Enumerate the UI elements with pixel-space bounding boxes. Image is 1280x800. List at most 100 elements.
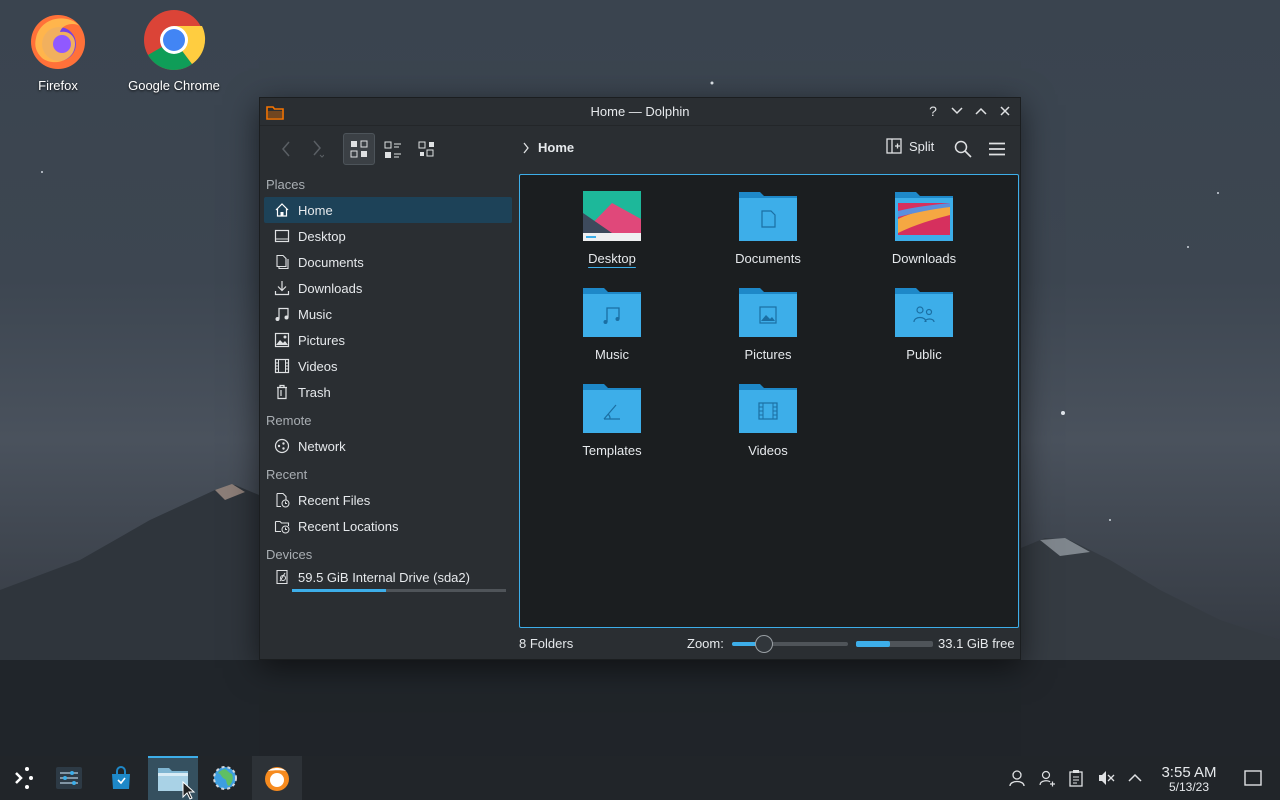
- icons-view-button[interactable]: [343, 133, 375, 165]
- place-recent-locations[interactable]: Recent Locations: [264, 513, 512, 539]
- split-label: Split: [909, 138, 935, 154]
- place-label: Pictures: [298, 332, 345, 348]
- file-item-label: Videos: [748, 443, 788, 458]
- split-button[interactable]: Split: [886, 138, 934, 154]
- file-item-label: Templates: [582, 443, 642, 458]
- file-view[interactable]: Desktop Documents Downloads Music Pictur…: [519, 174, 1019, 628]
- file-item-public[interactable]: Public: [854, 285, 994, 362]
- clock[interactable]: 3:55 AM 5/13/23: [1155, 764, 1223, 794]
- drive-usage-fill: [292, 589, 387, 592]
- file-item-pictures[interactable]: Pictures: [698, 285, 838, 362]
- free-space-label: 33.1 GiB free: [938, 636, 1015, 651]
- file-item-templates[interactable]: Templates: [542, 381, 682, 458]
- clipboard-icon[interactable]: [1066, 768, 1086, 788]
- details-view-button[interactable]: [413, 136, 441, 164]
- title-bar[interactable]: Home — Dolphin ?: [260, 98, 1020, 126]
- public-folder-icon: [894, 285, 954, 339]
- chevron-right-icon: [523, 142, 529, 153]
- browser-task-button[interactable]: [200, 756, 250, 800]
- place-trash[interactable]: Trash: [264, 379, 512, 405]
- user-icon[interactable]: [1007, 768, 1027, 788]
- zoom-slider-handle[interactable]: [755, 635, 774, 653]
- discover-button[interactable]: [96, 756, 146, 800]
- breadcrumb-home[interactable]: Home: [538, 140, 574, 155]
- music-icon: [274, 306, 290, 322]
- application-launcher-button[interactable]: [0, 756, 50, 800]
- downloads-icon: [274, 280, 290, 296]
- place-downloads[interactable]: Downloads: [264, 275, 512, 301]
- place-internal-drive[interactable]: 59.5 GiB Internal Drive (sda2): [264, 567, 512, 587]
- mouse-cursor-icon: [182, 781, 196, 800]
- clock-date: 5/13/23: [1168, 780, 1210, 794]
- status-bar: 8 Folders Zoom: 33.1 GiB free: [519, 632, 1019, 656]
- file-item-desktop[interactable]: Desktop: [542, 189, 682, 266]
- place-videos[interactable]: Videos: [264, 353, 512, 379]
- place-label: Recent Locations: [298, 518, 399, 534]
- dolphin-window: Home — Dolphin ? Home Split Places Home …: [259, 97, 1021, 660]
- chrome-icon: [142, 8, 206, 72]
- remote-section-title: Remote: [266, 413, 312, 428]
- search-button[interactable]: [952, 138, 974, 160]
- chevron-up-icon[interactable]: [1125, 768, 1145, 788]
- back-button[interactable]: [276, 138, 296, 160]
- show-desktop-icon[interactable]: [1243, 768, 1263, 788]
- split-icon: [886, 138, 902, 154]
- network-icon: [274, 438, 290, 454]
- file-item-music[interactable]: Music: [542, 285, 682, 362]
- dolphin-app-icon[interactable]: [266, 104, 284, 123]
- task-manager-button[interactable]: [44, 756, 94, 800]
- pictures-folder-icon: [738, 285, 798, 339]
- system-settings-sliders-icon: [56, 767, 82, 789]
- place-label: 59.5 GiB Internal Drive (sda2): [298, 569, 470, 585]
- place-recent-files[interactable]: Recent Files: [264, 487, 512, 513]
- recent-locations-icon: [274, 518, 290, 534]
- desktop-shortcut-chrome[interactable]: Google Chrome: [126, 8, 222, 93]
- desktop-shortcut-label: Google Chrome: [128, 78, 220, 93]
- file-item-documents[interactable]: Documents: [698, 189, 838, 266]
- file-item-label: Public: [906, 347, 942, 362]
- place-desktop[interactable]: Desktop: [264, 223, 512, 249]
- place-label: Videos: [298, 358, 338, 374]
- volume-muted-icon[interactable]: [1096, 768, 1116, 788]
- place-network[interactable]: Network: [264, 433, 512, 459]
- file-item-videos[interactable]: Videos: [698, 381, 838, 458]
- disk-space-bar[interactable]: [856, 641, 933, 647]
- zoom-slider[interactable]: [732, 635, 848, 653]
- clock-time: 3:55 AM: [1161, 764, 1217, 781]
- place-home[interactable]: Home: [264, 197, 512, 223]
- minimize-button[interactable]: [948, 102, 966, 120]
- hamburger-menu-button[interactable]: [986, 138, 1008, 160]
- window-title: Home — Dolphin: [590, 104, 690, 119]
- place-label: Documents: [298, 254, 364, 270]
- place-pictures[interactable]: Pictures: [264, 327, 512, 353]
- user-switch-icon[interactable]: [1037, 768, 1057, 788]
- file-item-label: Pictures: [744, 347, 792, 362]
- close-button[interactable]: [996, 102, 1014, 120]
- breadcrumb[interactable]: Home: [522, 140, 574, 155]
- place-documents[interactable]: Documents: [264, 249, 512, 275]
- music-folder-icon: [582, 285, 642, 339]
- place-label: Trash: [298, 384, 331, 400]
- compact-view-button[interactable]: [379, 136, 407, 164]
- store-bag-icon: [112, 766, 130, 789]
- search-icon: [954, 140, 972, 158]
- documents-icon: [274, 254, 290, 270]
- devices-section-title: Devices: [266, 547, 313, 562]
- file-item-downloads[interactable]: Downloads: [854, 189, 994, 266]
- file-item-label: Documents: [735, 251, 801, 266]
- trash-icon: [274, 384, 290, 400]
- firefox-icon: [26, 8, 90, 72]
- recent-files-icon: [274, 492, 290, 508]
- recent-section-title: Recent: [266, 467, 308, 482]
- help-button[interactable]: ?: [924, 102, 942, 120]
- place-label: Network: [298, 438, 346, 454]
- desktop-shortcut-label: Firefox: [38, 78, 78, 93]
- places-section-title: Places: [266, 177, 306, 192]
- forward-button[interactable]: [308, 138, 328, 160]
- maximize-button[interactable]: [972, 102, 990, 120]
- downloads-folder-icon: [894, 189, 954, 243]
- place-music[interactable]: Music: [264, 301, 512, 327]
- documents-folder-icon: [738, 189, 798, 243]
- steam-task-button[interactable]: [252, 756, 302, 800]
- desktop-shortcut-firefox[interactable]: Firefox: [10, 8, 106, 93]
